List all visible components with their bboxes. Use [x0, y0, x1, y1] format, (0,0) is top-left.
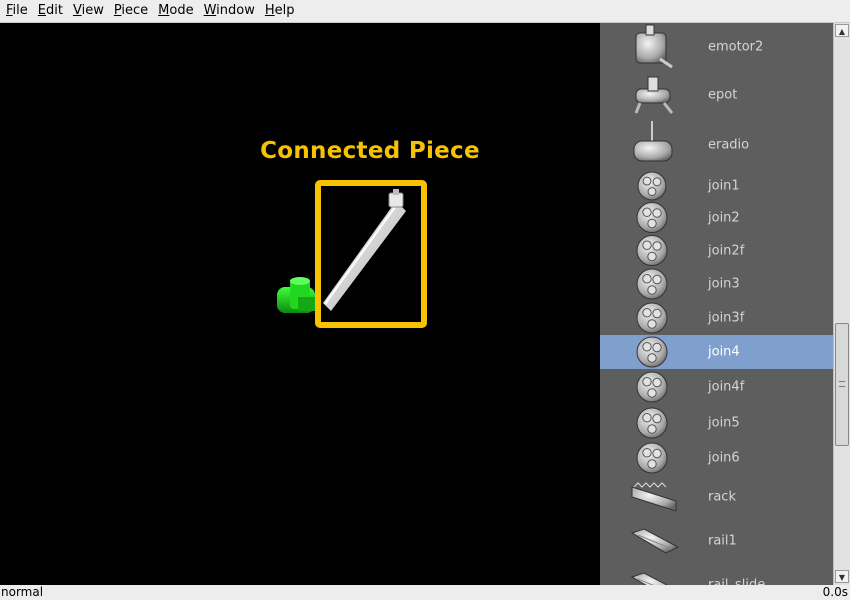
palette-item-join6[interactable]: join6	[600, 441, 833, 475]
menu-label-rest: indow	[216, 3, 255, 18]
grip-icon	[839, 381, 845, 387]
menu-mnemonic: E	[37, 3, 46, 18]
palette-item-rail1[interactable]: rail1	[600, 519, 833, 563]
palette-item-label: epot	[708, 87, 738, 103]
palette-item-join1[interactable]: join1	[600, 171, 833, 201]
palette-item-label: rail_slide	[708, 577, 766, 586]
status-time: 0.0s	[822, 585, 848, 599]
join-icon	[630, 201, 680, 234]
menu-mnemonic: M	[158, 3, 170, 18]
palette-item-rail_slide[interactable]: rail_slide	[600, 563, 833, 585]
menu-label-rest: iew	[81, 3, 104, 18]
join-icon	[630, 234, 680, 267]
palette-item-join2f[interactable]: join2f	[600, 234, 833, 267]
radio-icon	[630, 119, 680, 171]
palette-item-join4f[interactable]: join4f	[600, 369, 833, 405]
scene	[277, 189, 406, 313]
palette-item-label: rack	[708, 489, 736, 505]
palette-item-label: join3	[708, 276, 740, 292]
palette-item-emotor2[interactable]: emotor2	[600, 23, 833, 71]
menu-item-window[interactable]: Window	[199, 0, 260, 22]
join-icon	[630, 369, 680, 405]
status-mode: normal	[1, 585, 44, 599]
menu-item-file[interactable]: File	[0, 0, 33, 22]
menu-item-view[interactable]: View	[68, 0, 109, 22]
palette-item-join3f[interactable]: join3f	[600, 301, 833, 335]
menu-label-rest: dit	[46, 3, 63, 18]
rail-icon	[630, 519, 680, 563]
join-icon	[630, 335, 680, 369]
menu-item-help[interactable]: Help	[260, 0, 300, 22]
palette-item-join4[interactable]: join4	[600, 335, 833, 369]
join-icon	[630, 301, 680, 335]
scroll-thumb[interactable]	[835, 323, 849, 446]
menu-bar: File Edit View Piece Mode Window Help	[0, 0, 850, 23]
palette-item-label: join5	[708, 415, 740, 431]
potentiometer-icon	[630, 71, 680, 119]
palette-item-epot[interactable]: epot	[600, 71, 833, 119]
scroll-down-arrow-icon[interactable]: ▼	[835, 570, 849, 583]
join-icon	[630, 441, 680, 475]
menu-label-rest: elp	[274, 3, 295, 18]
palette-scrollbar[interactable]: ▲ ▼	[833, 23, 850, 585]
palette-item-join2[interactable]: join2	[600, 201, 833, 234]
palette-item-eradio[interactable]: eradio	[600, 119, 833, 171]
menu-mnemonic: H	[264, 3, 275, 18]
base-piece[interactable]	[277, 277, 318, 313]
menu-item-mode[interactable]: Mode	[153, 0, 198, 22]
palette-item-label: join1	[708, 178, 740, 194]
menu-mnemonic: W	[203, 3, 217, 18]
palette-item-label: join4	[708, 344, 740, 360]
menu-label-rest: iece	[121, 3, 149, 18]
motor-icon	[630, 23, 680, 71]
palette-item-label: join2	[708, 210, 740, 225]
palette-item-label: eradio	[708, 137, 750, 153]
join-icon	[630, 405, 680, 441]
piece-palette[interactable]: emotor2 epot eradio join1 join2 join2f j…	[600, 23, 833, 585]
menu-label-rest: ode	[169, 3, 194, 18]
status-bar: normal 0.0s	[0, 585, 850, 600]
rack-icon	[630, 475, 680, 519]
palette-item-join5[interactable]: join5	[600, 405, 833, 441]
rail-icon	[630, 563, 680, 585]
scroll-up-arrow-icon[interactable]: ▲	[835, 24, 849, 37]
menu-label-rest: ile	[12, 3, 28, 18]
menu-item-edit[interactable]: Edit	[33, 0, 68, 22]
palette-item-label: join2f	[708, 243, 745, 258]
join-icon	[630, 171, 680, 201]
palette-item-label: join6	[708, 450, 740, 466]
palette-item-rack[interactable]: rack	[600, 475, 833, 519]
3d-viewport[interactable]: Connected Piece	[0, 23, 600, 585]
palette-item-label: join4f	[708, 379, 745, 395]
palette-item-label: rail1	[708, 533, 737, 549]
join-icon	[630, 267, 680, 301]
palette-item-join3[interactable]: join3	[600, 267, 833, 301]
annotation-label: Connected Piece	[260, 138, 480, 164]
menu-item-piece[interactable]: Piece	[109, 0, 153, 22]
annotation-box	[315, 180, 427, 328]
palette-item-label: emotor2	[708, 39, 764, 55]
menu-mnemonic: V	[72, 3, 82, 18]
palette-item-label: join3f	[708, 310, 745, 326]
